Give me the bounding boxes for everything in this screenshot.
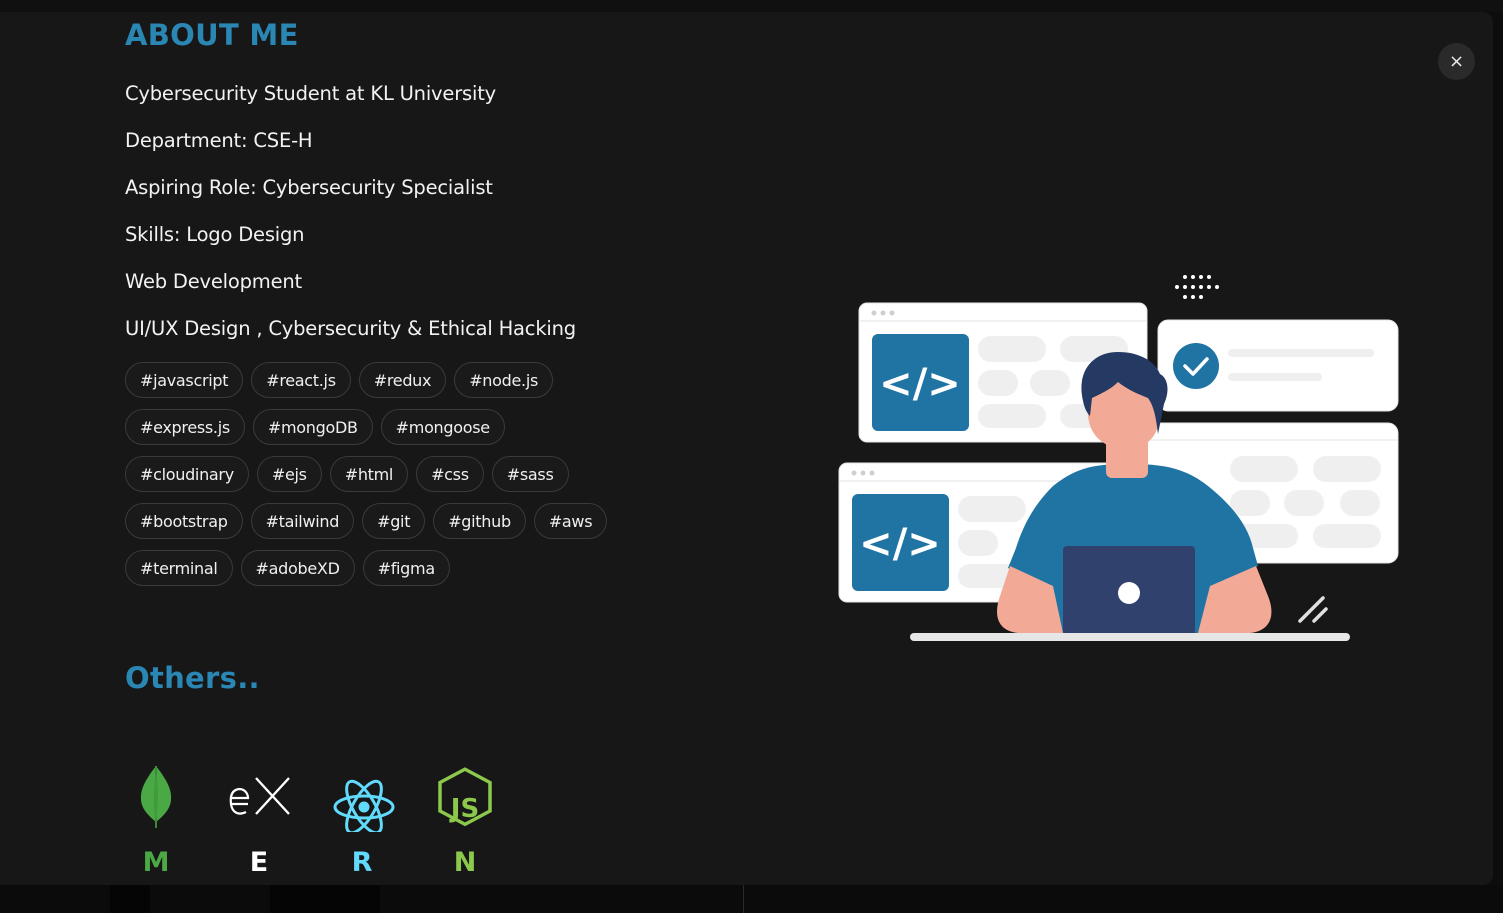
svg-text:</>: </> xyxy=(879,361,961,407)
skill-tag[interactable]: #tailwind xyxy=(250,503,355,539)
about-title: ABOUT ME xyxy=(125,18,299,52)
tag-row: #javascript #react.js #redux #node.js xyxy=(125,362,725,409)
tag-row: #express.js #mongoDB #mongoose xyxy=(125,409,725,456)
backdrop-bottom xyxy=(0,885,1503,913)
tag-row: #terminal #adobeXD #figma xyxy=(125,550,725,597)
skill-tag[interactable]: #ejs xyxy=(256,456,322,492)
skill-tags: #javascript #react.js #redux #node.js #expre… xyxy=(125,362,725,597)
skill-tag[interactable]: #terminal xyxy=(125,550,233,586)
express-icon xyxy=(229,777,290,815)
about-info-line: UI/UX Design , Cybersecurity & Ethical H… xyxy=(125,317,576,340)
tag-row: #bootstrap #tailwind #git #github #aws xyxy=(125,503,725,550)
skill-tag[interactable]: #html xyxy=(329,456,409,492)
mern-item-e: E xyxy=(228,762,331,882)
skill-tag[interactable]: #bootstrap xyxy=(125,503,243,539)
mern-item-n: JS N xyxy=(434,762,537,882)
backdrop-top xyxy=(0,0,1503,12)
mongodb-leaf-icon xyxy=(140,766,172,828)
skill-tag[interactable]: #figma xyxy=(362,550,450,586)
backdrop-divider xyxy=(743,885,744,913)
about-modal: × ABOUT ME Cybersecurity Student at KL U… xyxy=(0,12,1493,885)
about-info-list: Cybersecurity Student at KL University De… xyxy=(125,80,576,362)
skill-tag[interactable]: #css xyxy=(416,456,484,492)
dots-decoration xyxy=(1175,275,1219,299)
mern-letter-r: R xyxy=(351,847,373,878)
skill-tag[interactable]: #javascript xyxy=(125,362,244,398)
skill-tag[interactable]: #git xyxy=(362,503,426,539)
about-info-line: Skills: Logo Design xyxy=(125,223,305,246)
skill-tag[interactable]: #mongoose xyxy=(380,409,505,445)
skill-tag[interactable]: #aws xyxy=(533,503,608,539)
svg-text:JS: JS xyxy=(449,794,479,824)
skill-tag[interactable]: #cloudinary xyxy=(125,456,249,492)
skill-tag[interactable]: #express.js xyxy=(125,409,245,445)
others-title: Others.. xyxy=(125,661,260,695)
skill-tag[interactable]: #mongoDB xyxy=(252,409,373,445)
skill-tag[interactable]: #github xyxy=(433,503,526,539)
svg-text:</>: </> xyxy=(859,521,941,567)
skill-tag[interactable]: #react.js xyxy=(251,362,351,398)
about-info-line: Web Development xyxy=(125,270,302,293)
backdrop-panel xyxy=(270,885,380,913)
react-atom-icon xyxy=(333,779,395,832)
backdrop-panel xyxy=(110,885,150,913)
about-info-line: Aspiring Role: Cybersecurity Specialist xyxy=(125,176,493,199)
close-button[interactable]: × xyxy=(1438,43,1475,80)
skill-tag[interactable]: #redux xyxy=(358,362,447,398)
skill-tag[interactable]: #sass xyxy=(491,456,569,492)
mern-item-m: M xyxy=(125,762,228,882)
skill-tag[interactable]: #adobeXD xyxy=(240,550,355,586)
developer-illustration: </> </> xyxy=(838,275,1399,641)
tag-row: #cloudinary #ejs #html #css #sass xyxy=(125,456,725,503)
mern-letter-m: M xyxy=(142,847,170,878)
close-icon: × xyxy=(1448,50,1465,72)
mern-item-r: R xyxy=(331,762,434,882)
skill-tag[interactable]: #node.js xyxy=(454,362,554,398)
mern-stack: M E R JS N xyxy=(125,762,537,882)
mern-letter-n: N xyxy=(453,847,477,878)
about-info-line: Department: CSE-H xyxy=(125,129,313,152)
mern-letter-e: E xyxy=(249,847,269,878)
about-info-line: Cybersecurity Student at KL University xyxy=(125,82,496,105)
nodejs-hexagon-icon: JS xyxy=(438,767,492,827)
